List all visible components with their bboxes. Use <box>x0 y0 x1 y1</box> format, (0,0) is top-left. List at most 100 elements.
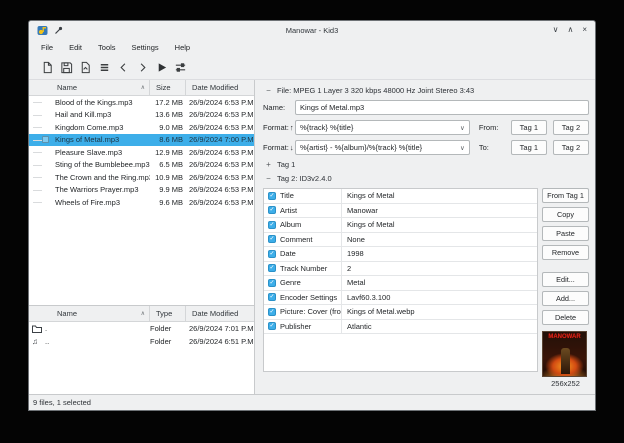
field-value[interactable]: Kings of Metal.webp <box>342 307 537 316</box>
checkbox-checked[interactable]: ✓ <box>268 192 276 200</box>
checkbox-checked[interactable]: ✓ <box>268 322 276 330</box>
next-file-icon[interactable] <box>133 59 151 77</box>
file-row[interactable]: Kingdom Come.mp3 9.0 MB 26/9/2024 6:53 P… <box>29 121 254 134</box>
tag-field-row[interactable]: ✓ Album Kings of Metal <box>264 218 537 233</box>
directory-row[interactable]: . Folder 26/9/2024 7:01 P.M. <box>29 322 254 335</box>
edit-button[interactable]: Edit... <box>542 272 589 287</box>
file-modified: 26/9/2024 6:53 P.M. <box>186 196 254 209</box>
tree-branch <box>33 202 42 203</box>
tag-field-row[interactable]: ✓ Encoder Settings Lavf60.3.100 <box>264 291 537 306</box>
file-list-icon[interactable] <box>95 59 113 77</box>
format-to-combobox[interactable]: %{artist} - %{album}/%{track} %{title} ∨ <box>295 140 470 155</box>
column-header-modified[interactable]: Date Modified <box>186 80 254 95</box>
checkbox-checked[interactable]: ✓ <box>268 279 276 287</box>
menu-help[interactable]: Help <box>167 41 198 54</box>
tag-field-row[interactable]: ✓ Track Number 2 <box>264 262 537 277</box>
delete-button[interactable]: Delete <box>542 310 589 325</box>
field-value[interactable]: Lavf60.3.100 <box>342 293 537 302</box>
paste-button[interactable]: Paste <box>542 226 589 241</box>
tag-field-row[interactable]: ✓ Picture: Cover (front) Kings of Metal.… <box>264 305 537 320</box>
filename-input[interactable] <box>295 100 589 115</box>
directory-type: Folder <box>150 335 186 348</box>
menu-file[interactable]: File <box>33 41 61 54</box>
field-value[interactable]: Manowar <box>342 206 537 215</box>
to-tag2-button[interactable]: Tag 2 <box>553 140 589 155</box>
field-value[interactable]: None <box>342 235 537 244</box>
menu-tools[interactable]: Tools <box>90 41 124 54</box>
column-header-name[interactable]: Name ∧ <box>29 306 150 321</box>
save-icon[interactable] <box>57 59 75 77</box>
file-row[interactable]: The Warriors Prayer.mp3 9.9 MB 26/9/2024… <box>29 184 254 197</box>
minimize-icon[interactable]: ∨ <box>553 26 559 34</box>
revert-icon[interactable] <box>76 59 94 77</box>
file-row[interactable]: The Crown and the Ring.mp3 10.9 MB 26/9/… <box>29 171 254 184</box>
file-row[interactable]: Blood of the Kings.mp3 17.2 MB 26/9/2024… <box>29 96 254 109</box>
column-header-type[interactable]: Type <box>150 306 186 321</box>
collapse-icon[interactable]: − <box>265 86 272 95</box>
field-value[interactable]: Atlantic <box>342 322 537 331</box>
tag-field-row[interactable]: ✓ Title Kings of Metal <box>264 189 537 204</box>
open-file-icon[interactable] <box>38 59 56 77</box>
expand-icon[interactable]: + <box>265 160 272 169</box>
menu-edit[interactable]: Edit <box>61 41 90 54</box>
menu-settings[interactable]: Settings <box>124 41 167 54</box>
file-row-selected[interactable]: Kings of Metal.mp3 8.6 MB 26/9/2024 7:00… <box>29 134 254 147</box>
add-button[interactable]: Add... <box>542 291 589 306</box>
checkbox-checked[interactable]: ✓ <box>268 250 276 258</box>
file-name: The Warriors Prayer.mp3 <box>55 185 139 194</box>
tag-field-row[interactable]: ✓ Comment None <box>264 233 537 248</box>
from-tag2-button[interactable]: Tag 2 <box>553 120 589 135</box>
tag-field-row[interactable]: ✓ Publisher Atlantic <box>264 320 537 335</box>
collapse-icon[interactable]: − <box>265 174 272 183</box>
album-cover-thumbnail[interactable]: MANOWAR <box>542 331 587 377</box>
to-tag1-button[interactable]: Tag 1 <box>511 140 547 155</box>
name-label: Name: <box>263 103 295 112</box>
field-value[interactable]: 2 <box>342 264 537 273</box>
file-modified: 26/9/2024 6:53 P.M. <box>186 184 254 197</box>
column-header-modified[interactable]: Date Modified <box>186 306 254 321</box>
checkbox-checked[interactable]: ✓ <box>268 293 276 301</box>
field-value[interactable]: Kings of Metal <box>342 191 537 200</box>
format-from-combobox[interactable]: %{track} %{title} ∨ <box>295 120 470 135</box>
file-modified: 26/9/2024 6:53 P.M. <box>186 96 254 109</box>
file-row[interactable]: Hail and Kill.mp3 13.6 MB 26/9/2024 6:53… <box>29 109 254 122</box>
tag-field-row[interactable]: ✓ Artist Manowar <box>264 204 537 219</box>
copy-button[interactable]: Copy <box>542 207 589 222</box>
tag2-section-header[interactable]: − Tag 2: ID3v2.4.0 <box>265 174 589 183</box>
to-label: To: <box>479 143 505 152</box>
column-header-name[interactable]: Name ∧ <box>29 80 150 95</box>
field-value[interactable]: Metal <box>342 278 537 287</box>
previous-file-icon[interactable] <box>114 59 132 77</box>
maximize-icon[interactable]: ∧ <box>567 26 573 34</box>
remove-button[interactable]: Remove <box>542 245 589 260</box>
column-name-label: Name <box>57 309 77 318</box>
directory-row[interactable]: ♫ .. Folder 26/9/2024 6:51 P.M. <box>29 335 254 348</box>
file-section-header[interactable]: − File: MPEG 1 Layer 3 320 kbps 48000 Hz… <box>265 86 589 95</box>
field-value[interactable]: 1998 <box>342 249 537 258</box>
file-row[interactable]: Sting of the Bumblebee.mp3 6.5 MB 26/9/2… <box>29 159 254 172</box>
tag-panel: − File: MPEG 1 Layer 3 320 kbps 48000 Hz… <box>255 80 595 394</box>
play-icon[interactable] <box>152 59 170 77</box>
from-tag-1-button[interactable]: From Tag 1 <box>542 188 589 203</box>
checkbox-checked[interactable]: ✓ <box>268 308 276 316</box>
file-row[interactable]: Wheels of Fire.mp3 9.6 MB 26/9/2024 6:53… <box>29 196 254 209</box>
field-label: Track Number <box>280 262 342 276</box>
tag1-section-header[interactable]: + Tag 1 <box>265 160 589 169</box>
column-header-size[interactable]: Size <box>150 80 186 95</box>
from-tag1-button[interactable]: Tag 1 <box>511 120 547 135</box>
file-list-header: Name ∧ Size Date Modified <box>29 80 254 96</box>
file-row[interactable]: Pleasure Slave.mp3 12.9 MB 26/9/2024 6:5… <box>29 146 254 159</box>
settings-sliders-icon[interactable] <box>171 59 189 77</box>
tag-field-row[interactable]: ✓ Genre Metal <box>264 276 537 291</box>
checkbox-checked[interactable]: ✓ <box>268 264 276 272</box>
status-text: 9 files, 1 selected <box>33 398 91 407</box>
checkbox-checked[interactable]: ✓ <box>268 206 276 214</box>
file-modified: 26/9/2024 6:53 P.M. <box>186 159 254 172</box>
checkbox-checked[interactable]: ✓ <box>268 221 276 229</box>
close-icon[interactable]: × <box>582 26 587 34</box>
checkbox-checked[interactable]: ✓ <box>268 235 276 243</box>
file-list-body: Blood of the Kings.mp3 17.2 MB 26/9/2024… <box>29 96 254 305</box>
tag-field-row[interactable]: ✓ Date 1998 <box>264 247 537 262</box>
field-value[interactable]: Kings of Metal <box>342 220 537 229</box>
tag2-body: ✓ Title Kings of Metal ✓ Artist Manowar … <box>263 188 589 388</box>
